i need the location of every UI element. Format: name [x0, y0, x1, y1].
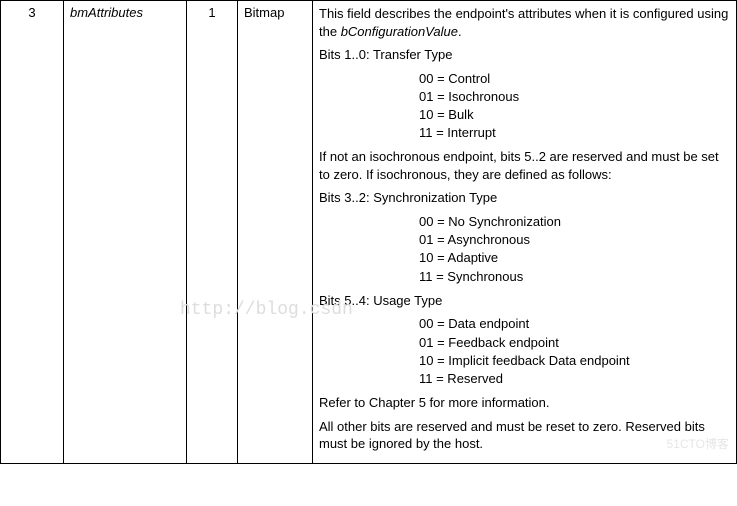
bits10-item: 10 = Bulk [419, 106, 730, 124]
cell-offset: 3 [1, 1, 64, 464]
bits32-item: 00 = No Synchronization [419, 213, 730, 231]
bits10-item: 11 = Interrupt [419, 124, 730, 142]
bits54-item: 10 = Implicit feedback Data endpoint [419, 352, 730, 370]
desc-intro: This field describes the endpoint's attr… [319, 5, 730, 40]
cell-size: 1 [187, 1, 238, 464]
bits32-title: Bits 3..2: Synchronization Type [319, 189, 730, 207]
bits54-title: Bits 5..4: Usage Type [319, 292, 730, 310]
iso-note: If not an isochronous endpoint, bits 5..… [319, 148, 730, 183]
bits54-item: 00 = Data endpoint [419, 315, 730, 333]
cell-value: Bitmap [238, 1, 313, 464]
bits10-item: 01 = Isochronous [419, 88, 730, 106]
bits10-items: 00 = Control 01 = Isochronous 10 = Bulk … [419, 70, 730, 143]
bits32-item: 10 = Adaptive [419, 249, 730, 267]
bits32-items: 00 = No Synchronization 01 = Asynchronou… [419, 213, 730, 286]
bits54-item: 11 = Reserved [419, 370, 730, 388]
cell-description: This field describes the endpoint's attr… [313, 1, 737, 464]
bits10-title: Bits 1..0: Transfer Type [319, 46, 730, 64]
bits54-items: 00 = Data endpoint 01 = Feedback endpoin… [419, 315, 730, 388]
spec-table: 3 bmAttributes 1 Bitmap This field descr… [0, 0, 737, 464]
intro-text-b: bConfigurationValue [341, 24, 458, 39]
table-row: 3 bmAttributes 1 Bitmap This field descr… [1, 1, 737, 464]
bits54-item: 01 = Feedback endpoint [419, 334, 730, 352]
tail-text: All other bits are reserved and must be … [319, 418, 730, 453]
bits32-item: 01 = Asynchronous [419, 231, 730, 249]
refer-text: Refer to Chapter 5 for more information. [319, 394, 730, 412]
intro-text-c: . [458, 24, 462, 39]
cell-field: bmAttributes [64, 1, 187, 464]
bits10-item: 00 = Control [419, 70, 730, 88]
bits32-item: 11 = Synchronous [419, 268, 730, 286]
